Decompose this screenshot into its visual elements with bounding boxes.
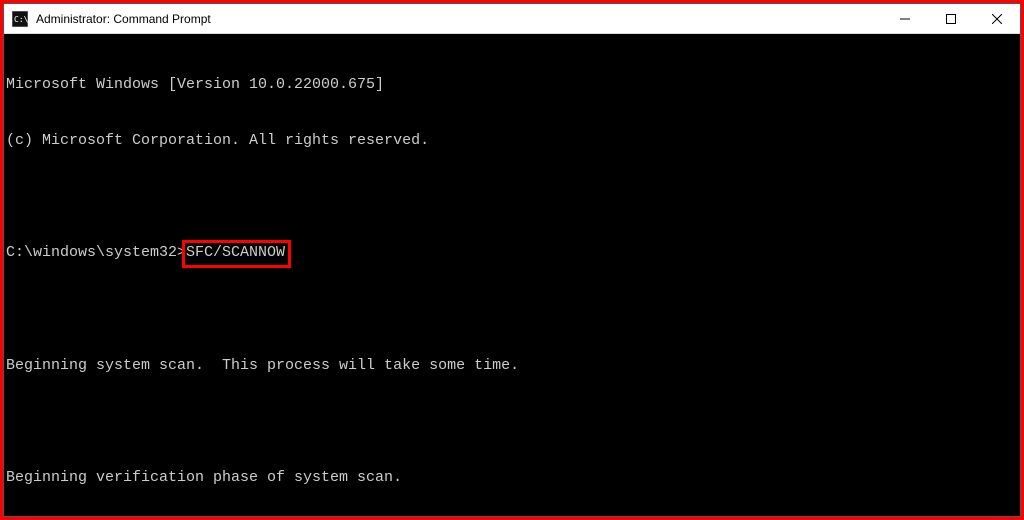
svg-text:C:\: C:\ <box>14 15 28 24</box>
minimize-button[interactable] <box>882 4 928 33</box>
prompt-path: C:\windows\system32> <box>6 244 186 263</box>
titlebar[interactable]: C:\ Administrator: Command Prompt <box>4 4 1020 34</box>
blank-line <box>6 413 1018 432</box>
output-line: Beginning verification phase of system s… <box>6 469 1018 488</box>
window-controls <box>882 4 1020 33</box>
close-button[interactable] <box>974 4 1020 33</box>
terminal-area[interactable]: Microsoft Windows [Version 10.0.22000.67… <box>4 34 1020 516</box>
close-icon <box>992 14 1002 24</box>
maximize-icon <box>946 14 956 24</box>
output-line: Beginning system scan. This process will… <box>6 357 1018 376</box>
output-line: Microsoft Windows [Version 10.0.22000.67… <box>6 76 1018 95</box>
blank-line <box>6 188 1018 207</box>
command-prompt-window: C:\ Administrator: Command Prompt Micros… <box>3 3 1021 517</box>
prompt-line: C:\windows\system32>SFC/SCANNOW <box>6 244 1018 263</box>
cmd-icon: C:\ <box>12 11 28 27</box>
maximize-button[interactable] <box>928 4 974 33</box>
window-title: Administrator: Command Prompt <box>36 12 211 26</box>
minimize-icon <box>900 14 910 24</box>
blank-line <box>6 301 1018 320</box>
highlighted-command: SFC/SCANNOW <box>186 244 285 263</box>
output-line: (c) Microsoft Corporation. All rights re… <box>6 132 1018 151</box>
